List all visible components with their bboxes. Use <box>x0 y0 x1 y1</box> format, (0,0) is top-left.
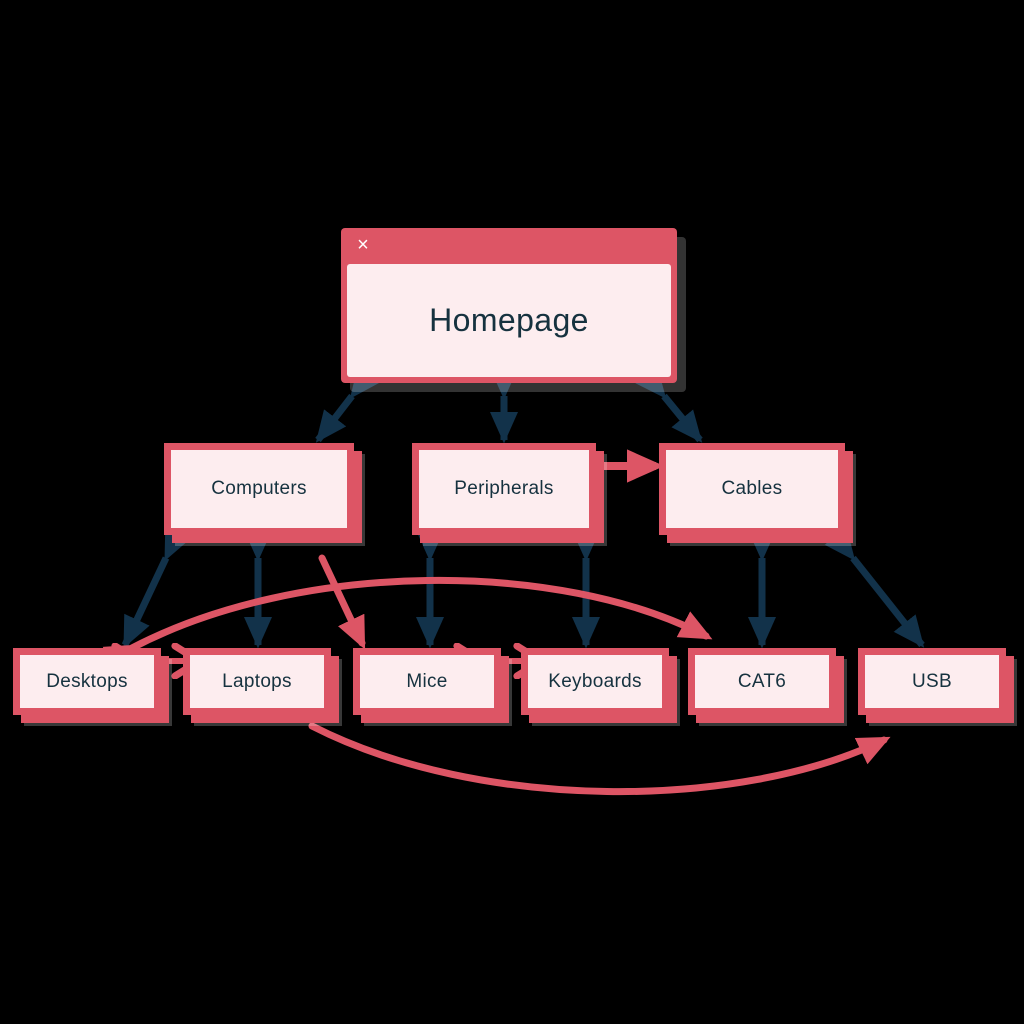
node-keyboards[interactable]: Keyboards <box>521 648 669 715</box>
node-computers[interactable]: Computers <box>164 443 354 535</box>
node-usb[interactable]: USB <box>858 648 1006 715</box>
edge-homepage-cables <box>635 365 703 443</box>
edge-cables-usb <box>824 527 925 648</box>
node-label-cat6: CAT6 <box>737 670 787 692</box>
node-label-desktops: Desktops <box>46 670 128 692</box>
edge-desktops-cat6 <box>102 576 713 673</box>
edge-homepage-computers <box>315 365 381 443</box>
node-cables[interactable]: Cables <box>659 443 845 535</box>
edge-laptops-usb <box>308 722 891 796</box>
node-label-peripherals: Peripherals <box>454 478 554 499</box>
diagram-canvas: × Homepage Computers Peripherals Cables … <box>0 0 1024 1024</box>
node-label-laptops: Laptops <box>222 670 292 692</box>
node-cat6[interactable]: CAT6 <box>688 648 836 715</box>
node-label-computers: Computers <box>211 478 307 499</box>
node-label-usb: USB <box>912 670 952 692</box>
node-homepage-window[interactable]: × Homepage <box>341 228 677 383</box>
node-desktops[interactable]: Desktops <box>13 648 161 715</box>
close-icon[interactable]: × <box>352 234 374 256</box>
window-body: Homepage <box>347 264 671 377</box>
node-peripherals[interactable]: Peripherals <box>412 443 596 535</box>
node-label-mice: Mice <box>406 670 448 692</box>
edge-computers-desktops <box>121 526 191 649</box>
node-laptops[interactable]: Laptops <box>183 648 331 715</box>
edge-computers-mice <box>318 554 366 650</box>
window-titlebar: × <box>341 228 677 264</box>
node-label-keyboards: Keyboards <box>548 670 642 692</box>
node-label-cables: Cables <box>721 478 783 499</box>
node-mice[interactable]: Mice <box>353 648 501 715</box>
node-label-homepage: Homepage <box>429 302 589 338</box>
